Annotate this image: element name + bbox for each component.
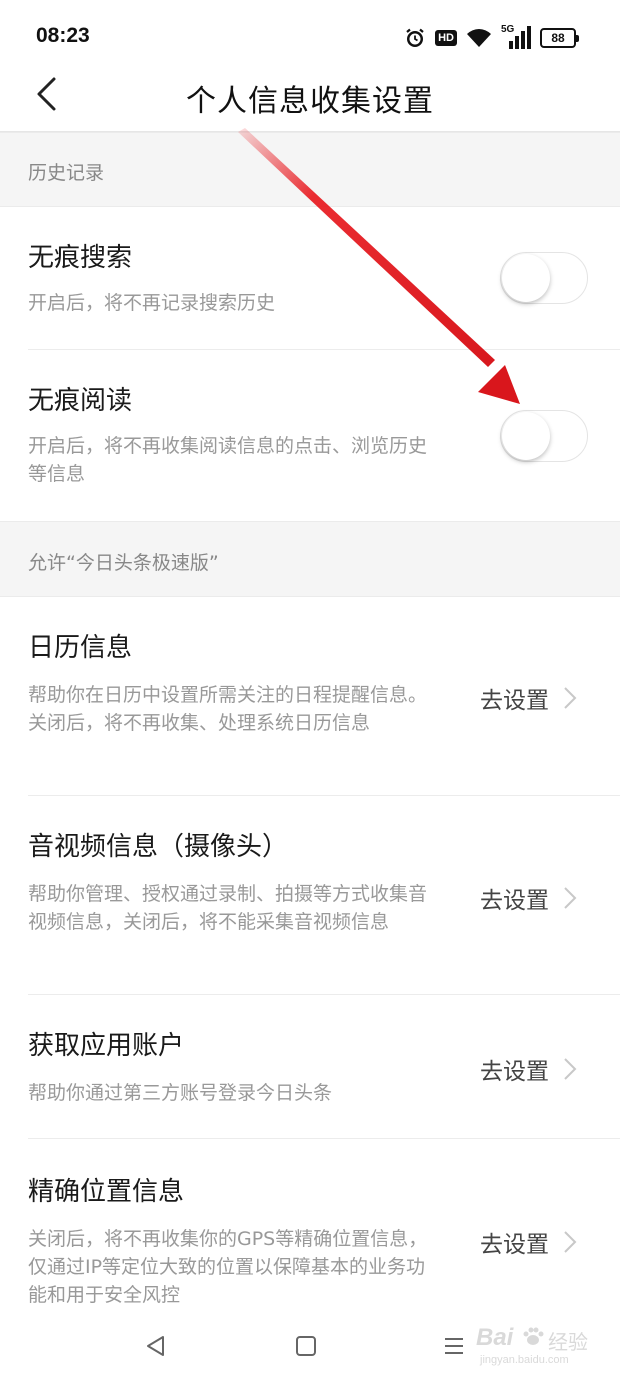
toggle-knob	[502, 412, 550, 460]
section-label-history: 历史记录	[28, 162, 105, 184]
permission-title: 日历信息	[28, 633, 133, 663]
nav-home-button[interactable]	[286, 1328, 326, 1368]
alarm-icon	[404, 27, 426, 49]
incognito-reading-description: 开启后，将不再收集阅读信息的点击、浏览历史等信息	[28, 435, 428, 485]
incognito-search-description: 开启后，将不再记录搜索历史	[28, 292, 276, 314]
go-settings-label: 去设置	[480, 888, 549, 914]
location-settings-link[interactable]: 去设置	[480, 1225, 577, 1259]
home-square-icon	[294, 1334, 318, 1362]
wifi-icon	[466, 28, 492, 48]
baidu-jingyan-watermark: Bai 经验 jingyan.baidu.com	[472, 1324, 602, 1376]
permission-description: 帮助你通过第三方账号登录今日头条	[28, 1082, 333, 1104]
watermark-brand: Bai	[476, 1324, 514, 1351]
calendar-settings-link[interactable]: 去设置	[480, 681, 577, 715]
accounts-settings-link[interactable]: 去设置	[480, 1052, 577, 1086]
toggle-knob	[502, 254, 550, 302]
permission-title: 精确位置信息	[28, 1177, 185, 1207]
menu-lines-icon	[442, 1334, 466, 1362]
header: 个人信息收集设置	[0, 62, 620, 132]
section-label-allow: 允许“今日头条极速版”	[28, 552, 219, 574]
chevron-right-icon	[563, 886, 577, 910]
incognito-search-row: 无痕搜索 开启后，将不再记录搜索历史	[0, 207, 620, 350]
permission-description: 关闭后，将不再收集你的GPS等精确位置信息，仅通过IP等定位大致的位置以保障基本…	[28, 1228, 428, 1306]
go-settings-label: 去设置	[480, 1232, 549, 1258]
go-settings-label: 去设置	[480, 688, 549, 714]
incognito-search-toggle[interactable]	[500, 252, 588, 304]
permission-row-location[interactable]: 精确位置信息 关闭后，将不再收集你的GPS等精确位置信息，仅通过IP等定位大致的…	[0, 1139, 620, 1309]
signal-5g-icon: 5G	[501, 24, 531, 50]
camera-settings-link[interactable]: 去设置	[480, 881, 577, 915]
nav-back-button[interactable]	[136, 1328, 176, 1368]
permission-row-calendar[interactable]: 日历信息 帮助你在日历中设置所需关注的日程提醒信息。关闭后，将不再收集、处理系统…	[0, 597, 620, 796]
incognito-reading-row: 无痕阅读 开启后，将不再收集阅读信息的点击、浏览历史等信息	[0, 350, 620, 521]
chevron-right-icon	[563, 1230, 577, 1254]
nav-menu-button[interactable]	[434, 1328, 474, 1368]
incognito-search-title: 无痕搜索	[28, 243, 133, 273]
permission-title: 获取应用账户	[28, 1031, 185, 1061]
section-header-allow: 允许“今日头条极速版”	[0, 521, 620, 597]
permission-description: 帮助你管理、授权通过录制、拍摄等方式收集音视频信息，关闭后，将不能采集音视频信息	[28, 883, 428, 933]
page-title: 个人信息收集设置	[186, 84, 434, 119]
hd-icon: HD	[435, 30, 457, 46]
watermark-url: jingyan.baidu.com	[480, 1354, 569, 1366]
go-settings-label: 去设置	[480, 1059, 549, 1085]
permission-title: 音视频信息（摄像头）	[28, 832, 289, 862]
status-time: 08:23	[36, 24, 90, 47]
paw-icon	[522, 1326, 544, 1352]
status-icons: HD 5G 88	[404, 24, 579, 52]
back-triangle-icon	[144, 1334, 168, 1362]
battery-icon: 88	[540, 28, 579, 48]
incognito-reading-toggle[interactable]	[500, 410, 588, 462]
permission-row-camera[interactable]: 音视频信息（摄像头） 帮助你管理、授权通过录制、拍摄等方式收集音视频信息，关闭后…	[0, 796, 620, 995]
watermark-suffix: 经验	[548, 1332, 588, 1354]
permission-row-accounts[interactable]: 获取应用账户 帮助你通过第三方账号登录今日头条 去设置	[0, 995, 620, 1139]
permission-description: 帮助你在日历中设置所需关注的日程提醒信息。关闭后，将不再收集、处理系统日历信息	[28, 684, 428, 734]
incognito-reading-title: 无痕阅读	[28, 386, 133, 416]
chevron-right-icon	[563, 1057, 577, 1081]
chevron-right-icon	[563, 686, 577, 710]
section-header-history: 历史记录	[0, 132, 620, 207]
